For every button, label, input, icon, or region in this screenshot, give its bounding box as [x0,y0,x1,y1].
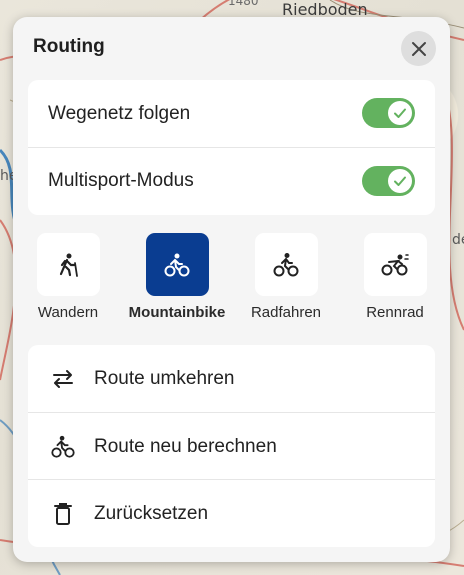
bike-icon [273,252,299,276]
mode-tile [36,233,100,296]
panel-title: Routing [33,36,105,57]
check-icon [394,176,406,186]
mode-mountainbike[interactable]: Mountainbike [122,233,232,321]
mode-radfahren[interactable]: Radfahren [231,233,341,321]
multisport-toggle[interactable] [362,166,415,196]
wegenetz-toggle[interactable] [362,98,415,128]
road-bike-icon [381,253,409,275]
close-button[interactable] [401,31,436,66]
routing-panel: Routing Wegenetz folgen Multisport-Modus [13,17,450,562]
recalculate-route-button[interactable]: Route neu berechnen [28,412,435,480]
activity-modes: Wandern Mountainbike Radfahren Rennrad [28,233,435,333]
cyclist-icon [50,434,76,460]
mode-label: Radfahren [250,304,322,321]
actions-card: Route umkehren Route neu berechnen Zurüc… [28,345,435,547]
toggle-row-multisport: Multisport-Modus [28,147,435,214]
mode-label: Mountainbike [128,304,226,321]
mode-tile [145,233,209,296]
mode-label: Rennrad [366,304,424,321]
mode-rennrad[interactable]: Rennrad [340,233,450,321]
toggle-card: Wegenetz folgen Multisport-Modus [28,80,435,215]
toggle-row-wegenetz: Wegenetz folgen [28,80,435,147]
toggle-knob [388,169,412,193]
close-icon [411,41,426,56]
mode-wandern[interactable]: Wandern [13,233,123,321]
check-icon [394,108,406,118]
reverse-route-button[interactable]: Route umkehren [28,345,435,412]
reset-button[interactable]: Zurücksetzen [28,479,435,547]
toggle-label: Wegenetz folgen [48,102,191,124]
trash-icon [50,501,76,527]
map-right-label: de [452,232,464,248]
toggle-label: Multisport-Modus [48,170,194,191]
toggle-knob [388,101,412,125]
mode-label: Wandern [37,304,99,321]
mountain-bike-icon [164,253,190,276]
action-label: Route neu berechnen [94,435,277,457]
swap-arrows-icon [50,366,76,392]
hiking-icon [59,253,78,277]
map-elevation-label: 1480 [228,0,259,8]
mode-tile [363,233,427,296]
mode-tile [254,233,318,296]
action-label: Route umkehren [94,367,235,389]
action-label: Zurücksetzen [94,502,209,524]
